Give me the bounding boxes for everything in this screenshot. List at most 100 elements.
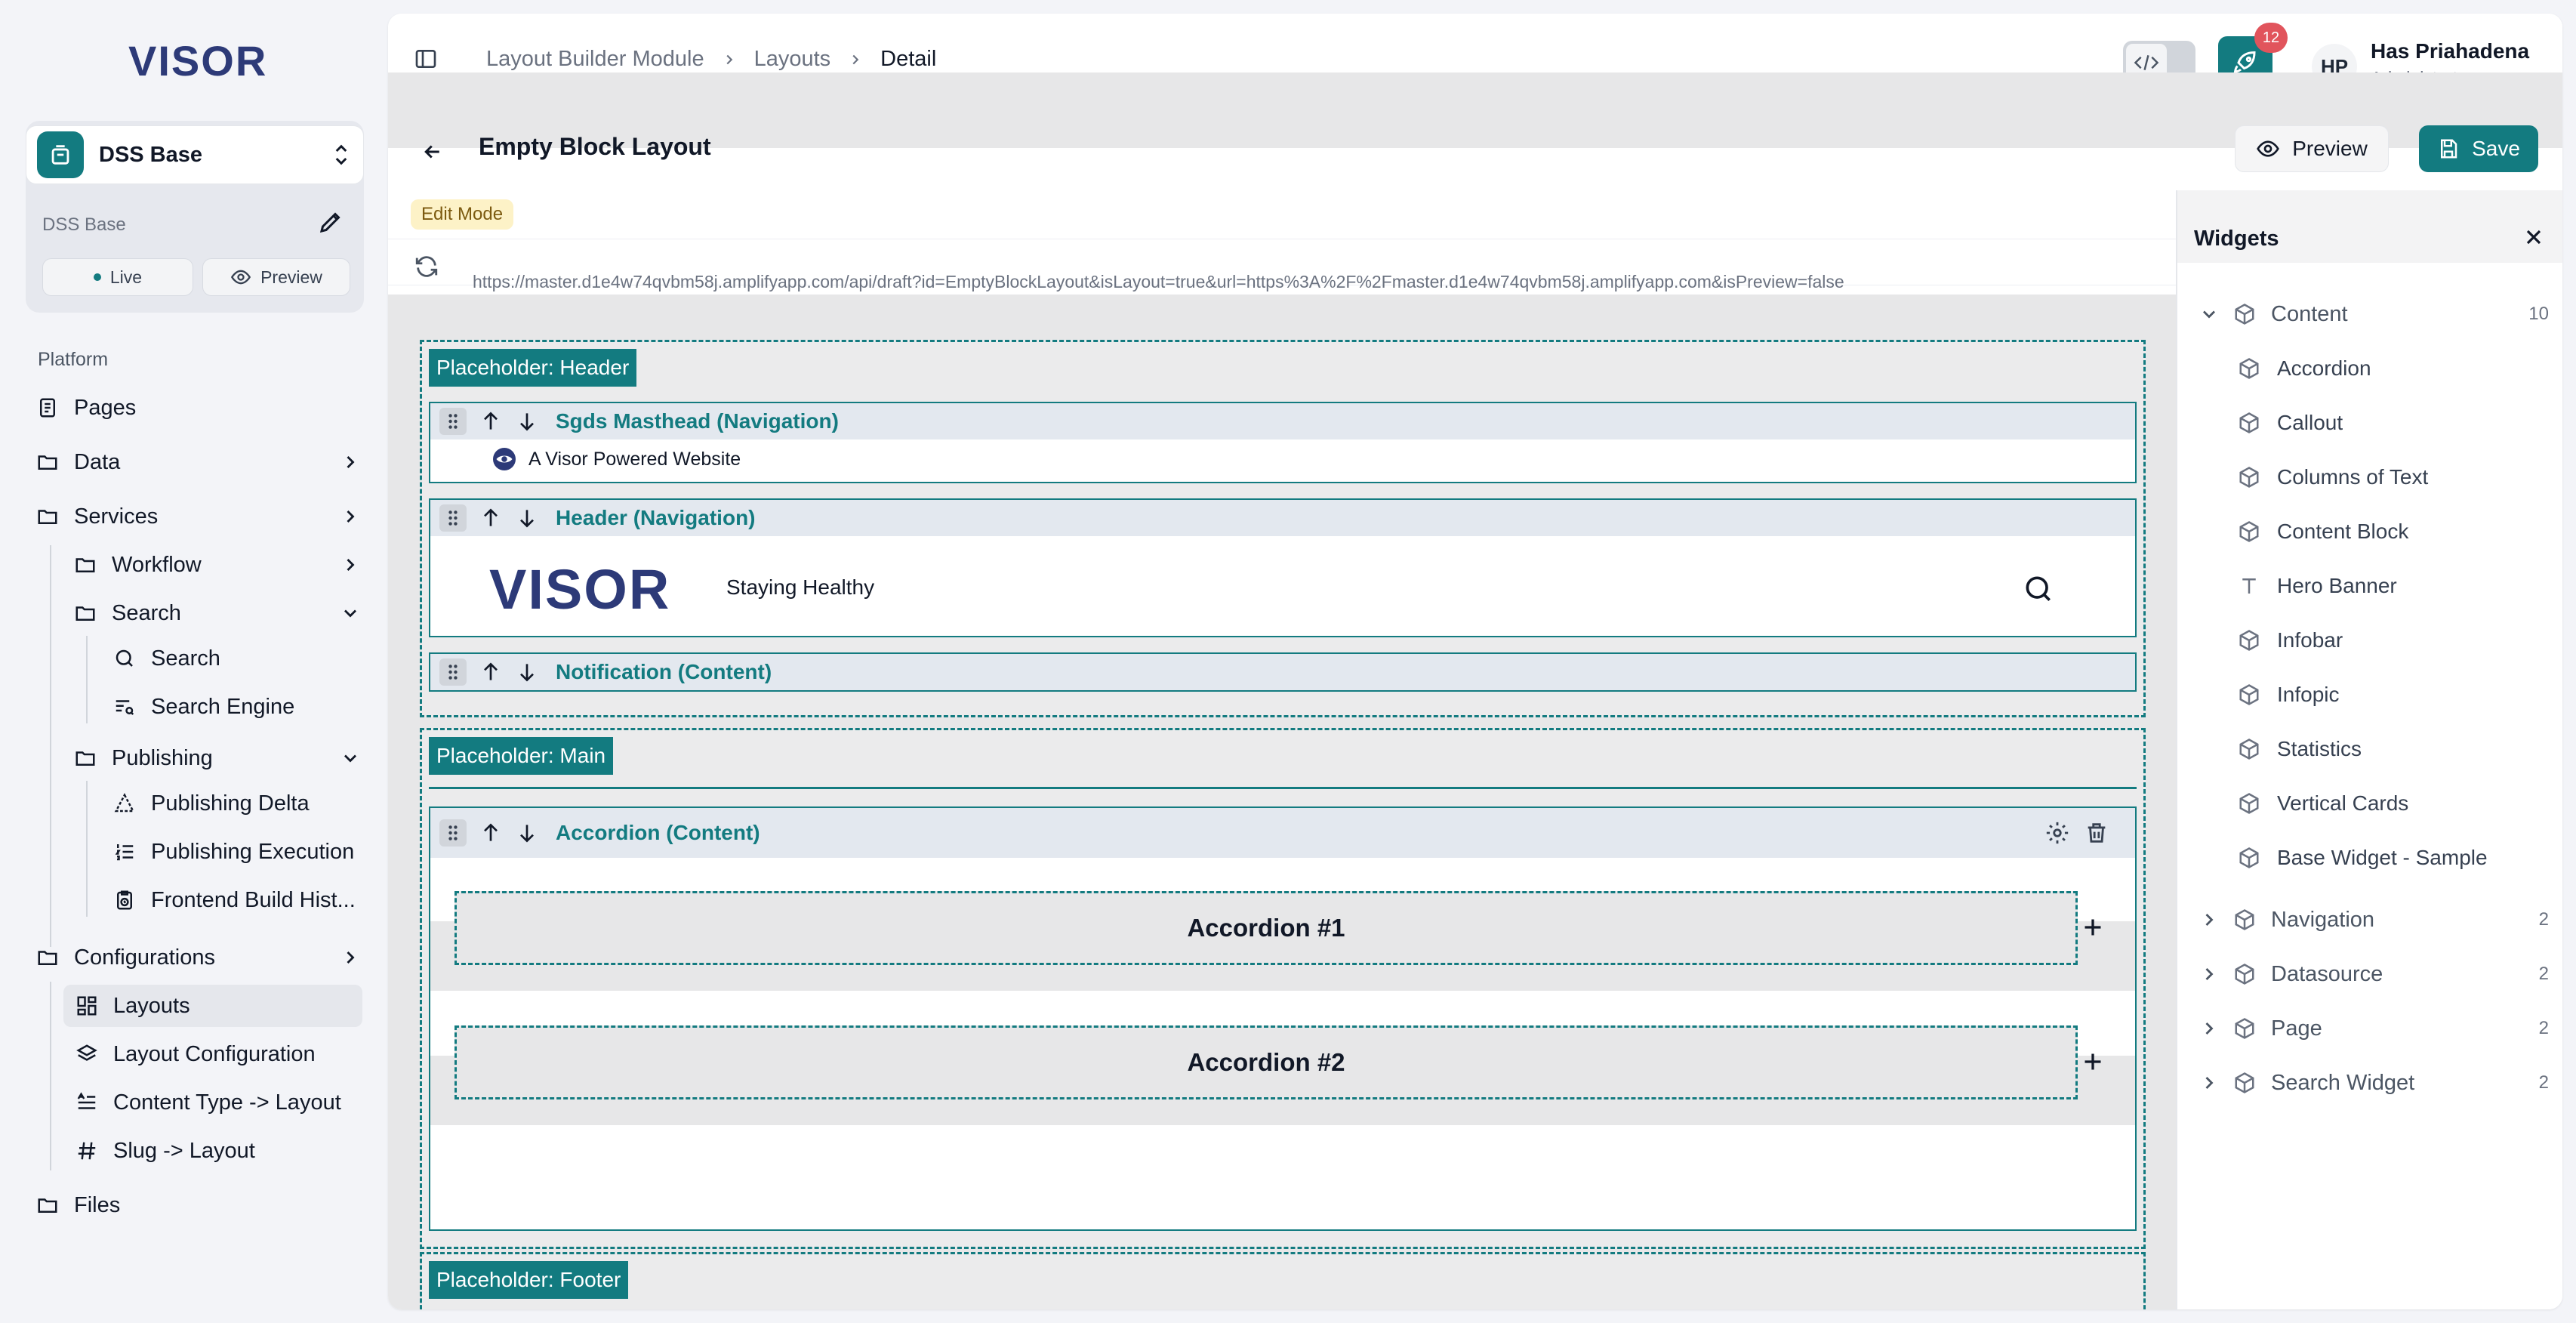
workspace-name: DSS Base bbox=[99, 142, 203, 167]
cube-icon bbox=[2239, 793, 2259, 814]
accordion-item[interactable]: Accordion #1 bbox=[454, 891, 2078, 965]
arrow-up-icon[interactable] bbox=[479, 821, 503, 845]
widget-item[interactable]: Base Widget - Sample bbox=[2238, 837, 2488, 879]
arrow-down-icon[interactable] bbox=[515, 409, 539, 433]
widget-item[interactable]: Content Block bbox=[2238, 510, 2408, 553]
block-toolbar: Sgds Masthead (Navigation) bbox=[430, 403, 2135, 439]
preview-button[interactable]: Preview bbox=[2235, 125, 2389, 172]
placeholder-footer[interactable] bbox=[420, 1252, 2146, 1309]
visor-logo[interactable]: VISOR bbox=[128, 36, 267, 85]
sidebar-item-publishing-group[interactable]: Publishing bbox=[74, 737, 361, 779]
eye-icon bbox=[231, 270, 251, 285]
arrow-down-icon[interactable] bbox=[515, 821, 539, 845]
sidebar-item-label: Frontend Build Hist... bbox=[151, 887, 356, 912]
widget-item[interactable]: Accordion bbox=[2238, 347, 2371, 390]
sidebar-item-content-type-layout[interactable]: Content Type -> Layout bbox=[75, 1081, 362, 1124]
block-notification[interactable]: Notification (Content) bbox=[429, 652, 2137, 692]
drag-handle-icon[interactable] bbox=[439, 658, 467, 686]
refresh-icon[interactable] bbox=[414, 254, 439, 279]
sidebar-item-services[interactable]: Services bbox=[36, 495, 361, 538]
sidebar: VISOR DSS Base DSS Base Live Preview Pla… bbox=[0, 0, 385, 1323]
chevron-right-icon bbox=[2205, 1077, 2214, 1089]
arrow-up-icon[interactable] bbox=[479, 660, 503, 684]
plus-icon[interactable] bbox=[2079, 914, 2106, 941]
block-header[interactable]: Header (Navigation) VISOR Staying Health… bbox=[429, 498, 2137, 637]
drag-handle-icon[interactable] bbox=[439, 408, 467, 435]
save-button[interactable]: Save bbox=[2419, 125, 2538, 172]
preview-label: Preview bbox=[2292, 137, 2368, 160]
widget-group-content[interactable]: Content 10 bbox=[2177, 293, 2562, 335]
preview-url[interactable]: https://master.d1e4w74qvbm58j.amplifyapp… bbox=[473, 272, 1844, 292]
sidebar-item-layout-configuration[interactable]: Layout Configuration bbox=[75, 1033, 362, 1075]
gear-icon[interactable] bbox=[2044, 820, 2070, 846]
workspace-select[interactable]: DSS Base bbox=[26, 125, 364, 184]
sidebar-item-data[interactable]: Data bbox=[36, 441, 361, 483]
widget-group-navigation[interactable]: Navigation 2 bbox=[2177, 899, 2562, 941]
workspace-preview-label: Preview bbox=[260, 267, 322, 287]
widget-group-page[interactable]: Page 2 bbox=[2177, 1007, 2562, 1050]
widget-item[interactable]: Hero Banner bbox=[2238, 565, 2397, 607]
widget-item[interactable]: Statistics bbox=[2238, 728, 2362, 770]
section-platform: Platform bbox=[38, 349, 109, 370]
drag-handle-icon[interactable] bbox=[439, 819, 467, 847]
widget-item-label: Vertical Cards bbox=[2277, 791, 2409, 815]
cube-icon bbox=[2235, 964, 2254, 985]
live-dot bbox=[93, 273, 101, 281]
trash-icon[interactable] bbox=[2084, 820, 2109, 846]
widget-group-label: Navigation bbox=[2271, 907, 2375, 932]
widget-group-label: Content bbox=[2271, 301, 2348, 326]
arrow-down-icon[interactable] bbox=[515, 506, 539, 530]
widget-group-datasource[interactable]: Datasource 2 bbox=[2177, 953, 2562, 995]
plus-icon[interactable] bbox=[2079, 1048, 2106, 1075]
sidebar-item-slug-layout[interactable]: Slug -> Layout bbox=[75, 1130, 362, 1172]
cube-icon bbox=[2235, 1018, 2254, 1039]
widget-item[interactable]: Infopic bbox=[2238, 674, 2340, 716]
sidebar-item-search-engine[interactable]: Search Engine bbox=[113, 686, 362, 728]
block-title: Header (Navigation) bbox=[556, 506, 756, 529]
folder-icon bbox=[38, 455, 57, 470]
back-arrow-icon[interactable] bbox=[421, 140, 444, 163]
sidebar-item-layouts[interactable]: Layouts bbox=[63, 985, 362, 1027]
placeholder-footer-tag: Placeholder: Footer bbox=[429, 1261, 629, 1299]
sidebar-item-pages[interactable]: Pages bbox=[36, 387, 361, 429]
folder-icon bbox=[38, 1198, 57, 1213]
workspace-preview-button[interactable]: Preview bbox=[202, 258, 350, 296]
block-masthead[interactable]: Sgds Masthead (Navigation) A Visor Power… bbox=[429, 402, 2137, 483]
sidebar-item-files[interactable]: Files bbox=[36, 1184, 361, 1226]
widget-item[interactable]: Infobar bbox=[2238, 619, 2343, 662]
sidebar-toggle-icon[interactable] bbox=[414, 47, 438, 71]
widget-group-search-widget[interactable]: Search Widget 2 bbox=[2177, 1062, 2562, 1104]
layers-icon bbox=[76, 1044, 97, 1061]
widget-item[interactable]: Vertical Cards bbox=[2238, 782, 2408, 825]
sidebar-item-label: Layout Configuration bbox=[113, 1041, 316, 1066]
hash-icon bbox=[78, 1142, 96, 1160]
sidebar-item-publishing-delta[interactable]: Publishing Delta bbox=[113, 782, 362, 825]
breadcrumb-item[interactable]: Layouts bbox=[754, 47, 831, 72]
folder-icon bbox=[75, 751, 95, 766]
sidebar-item-workflow[interactable]: Workflow bbox=[74, 544, 361, 586]
triangle-dashed-icon bbox=[114, 793, 135, 813]
sidebar-item-publishing-execution[interactable]: Publishing Execution bbox=[113, 831, 362, 873]
drag-handle-icon[interactable] bbox=[439, 504, 467, 532]
arrow-down-icon[interactable] bbox=[515, 660, 539, 684]
widget-group-count: 2 bbox=[2538, 909, 2549, 930]
sidebar-item-configurations[interactable]: Configurations bbox=[36, 936, 361, 979]
text-search-icon bbox=[116, 700, 134, 715]
close-icon[interactable] bbox=[2522, 225, 2546, 249]
sidebar-item-search[interactable]: Search bbox=[113, 637, 362, 680]
pencil-icon[interactable] bbox=[317, 208, 344, 236]
search-icon[interactable] bbox=[2022, 572, 2055, 606]
masthead-content: A Visor Powered Website bbox=[491, 446, 741, 473]
block-accordion[interactable]: Accordion (Content) Accordion #1 Accordi… bbox=[429, 806, 2137, 1231]
sidebar-item-search-group[interactable]: Search bbox=[74, 592, 361, 634]
widget-item[interactable]: Columns of Text bbox=[2238, 456, 2428, 498]
arrow-up-icon[interactable] bbox=[479, 409, 503, 433]
breadcrumb-item[interactable]: Layout Builder Module bbox=[486, 47, 704, 72]
block-toolbar: Accordion (Content) bbox=[430, 808, 2135, 858]
sidebar-item-frontend-build-history[interactable]: Frontend Build Hist... bbox=[113, 879, 362, 921]
arrow-up-icon[interactable] bbox=[479, 506, 503, 530]
live-button[interactable]: Live bbox=[42, 258, 193, 296]
accordion-item[interactable]: Accordion #2 bbox=[454, 1025, 2078, 1099]
widget-item[interactable]: Callout bbox=[2238, 402, 2343, 444]
main-panel: Layout Builder Module Layouts Detail 12 … bbox=[388, 14, 2562, 1309]
